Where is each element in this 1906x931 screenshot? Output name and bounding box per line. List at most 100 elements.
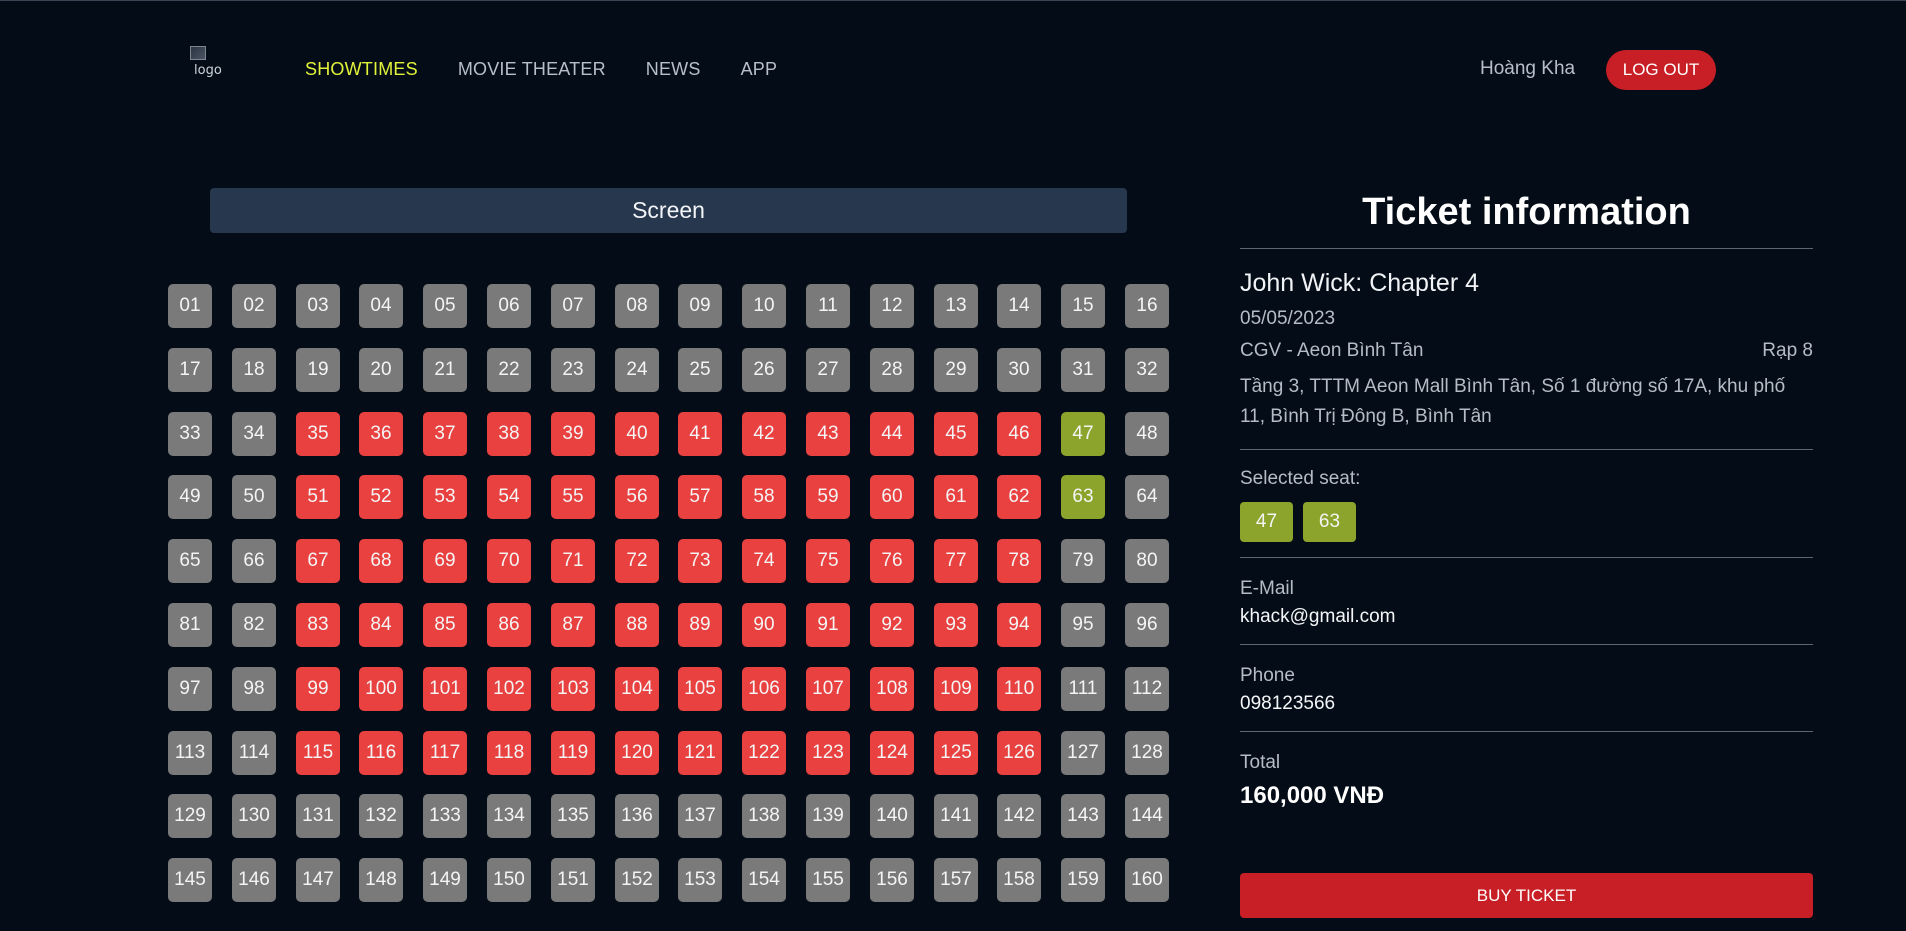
seat-available[interactable]: 136 — [615, 794, 659, 838]
seat-available[interactable]: 80 — [1125, 539, 1169, 583]
seat-booked[interactable]: 77 — [934, 539, 978, 583]
selected-seat-chip[interactable]: 47 — [1240, 502, 1293, 542]
seat-booked[interactable]: 117 — [423, 731, 467, 775]
seat-booked[interactable]: 110 — [997, 667, 1041, 711]
seat-booked[interactable]: 59 — [806, 475, 850, 519]
seat-available[interactable]: 23 — [551, 348, 595, 392]
logout-button[interactable]: LOG OUT — [1606, 50, 1716, 90]
seat-available[interactable]: 141 — [934, 794, 978, 838]
seat-available[interactable]: 139 — [806, 794, 850, 838]
seat-booked[interactable]: 125 — [934, 731, 978, 775]
seat-available[interactable]: 12 — [870, 284, 914, 328]
seat-available[interactable]: 97 — [168, 667, 212, 711]
seat-booked[interactable]: 40 — [615, 412, 659, 456]
seat-available[interactable]: 159 — [1061, 858, 1105, 902]
seat-booked[interactable]: 94 — [997, 603, 1041, 647]
seat-booked[interactable]: 41 — [678, 412, 722, 456]
seat-available[interactable]: 146 — [232, 858, 276, 902]
seat-booked[interactable]: 108 — [870, 667, 914, 711]
seat-booked[interactable]: 91 — [806, 603, 850, 647]
seat-available[interactable]: 08 — [615, 284, 659, 328]
seat-booked[interactable]: 83 — [296, 603, 340, 647]
seat-available[interactable]: 143 — [1061, 794, 1105, 838]
seat-available[interactable]: 14 — [997, 284, 1041, 328]
seat-available[interactable]: 34 — [232, 412, 276, 456]
seat-booked[interactable]: 105 — [678, 667, 722, 711]
seat-booked[interactable]: 104 — [615, 667, 659, 711]
seat-available[interactable]: 02 — [232, 284, 276, 328]
seat-available[interactable]: 114 — [232, 731, 276, 775]
seat-booked[interactable]: 109 — [934, 667, 978, 711]
seat-booked[interactable]: 61 — [934, 475, 978, 519]
seat-available[interactable]: 03 — [296, 284, 340, 328]
seat-booked[interactable]: 73 — [678, 539, 722, 583]
seat-available[interactable]: 128 — [1125, 731, 1169, 775]
seat-selected[interactable]: 63 — [1061, 475, 1105, 519]
seat-available[interactable]: 148 — [359, 858, 403, 902]
seat-available[interactable]: 48 — [1125, 412, 1169, 456]
seat-booked[interactable]: 44 — [870, 412, 914, 456]
seat-booked[interactable]: 42 — [742, 412, 786, 456]
seat-available[interactable]: 98 — [232, 667, 276, 711]
seat-available[interactable]: 66 — [232, 539, 276, 583]
seat-booked[interactable]: 35 — [296, 412, 340, 456]
seat-available[interactable]: 64 — [1125, 475, 1169, 519]
seat-booked[interactable]: 124 — [870, 731, 914, 775]
seat-booked[interactable]: 53 — [423, 475, 467, 519]
seat-available[interactable]: 01 — [168, 284, 212, 328]
seat-available[interactable]: 134 — [487, 794, 531, 838]
seat-available[interactable]: 96 — [1125, 603, 1169, 647]
nav-showtimes[interactable]: SHOWTIMES — [305, 59, 418, 80]
seat-available[interactable]: 153 — [678, 858, 722, 902]
nav-app[interactable]: APP — [741, 59, 778, 80]
seat-available[interactable]: 11 — [806, 284, 850, 328]
seat-booked[interactable]: 100 — [359, 667, 403, 711]
seat-booked[interactable]: 62 — [997, 475, 1041, 519]
seat-booked[interactable]: 90 — [742, 603, 786, 647]
seat-available[interactable]: 16 — [1125, 284, 1169, 328]
seat-available[interactable]: 132 — [359, 794, 403, 838]
seat-selected[interactable]: 47 — [1061, 412, 1105, 456]
seat-booked[interactable]: 68 — [359, 539, 403, 583]
seat-available[interactable]: 154 — [742, 858, 786, 902]
seat-booked[interactable]: 39 — [551, 412, 595, 456]
seat-booked[interactable]: 89 — [678, 603, 722, 647]
buy-ticket-button[interactable]: BUY TICKET — [1240, 873, 1813, 918]
seat-booked[interactable]: 122 — [742, 731, 786, 775]
seat-booked[interactable]: 119 — [551, 731, 595, 775]
seat-booked[interactable]: 45 — [934, 412, 978, 456]
seat-booked[interactable]: 116 — [359, 731, 403, 775]
seat-available[interactable]: 142 — [997, 794, 1041, 838]
seat-booked[interactable]: 102 — [487, 667, 531, 711]
user-name[interactable]: Hoàng Kha — [1480, 58, 1575, 80]
seat-available[interactable]: 155 — [806, 858, 850, 902]
seat-booked[interactable]: 72 — [615, 539, 659, 583]
seat-available[interactable]: 144 — [1125, 794, 1169, 838]
seat-booked[interactable]: 69 — [423, 539, 467, 583]
seat-booked[interactable]: 43 — [806, 412, 850, 456]
seat-available[interactable]: 152 — [615, 858, 659, 902]
seat-booked[interactable]: 103 — [551, 667, 595, 711]
seat-booked[interactable]: 120 — [615, 731, 659, 775]
seat-booked[interactable]: 57 — [678, 475, 722, 519]
seat-available[interactable]: 33 — [168, 412, 212, 456]
seat-booked[interactable]: 51 — [296, 475, 340, 519]
nav-movie-theater[interactable]: MOVIE THEATER — [458, 59, 606, 80]
seat-available[interactable]: 140 — [870, 794, 914, 838]
seat-available[interactable]: 25 — [678, 348, 722, 392]
seat-booked[interactable]: 70 — [487, 539, 531, 583]
seat-available[interactable]: 04 — [359, 284, 403, 328]
seat-available[interactable]: 17 — [168, 348, 212, 392]
seat-available[interactable]: 24 — [615, 348, 659, 392]
seat-available[interactable]: 13 — [934, 284, 978, 328]
seat-available[interactable]: 95 — [1061, 603, 1105, 647]
seat-booked[interactable]: 36 — [359, 412, 403, 456]
seat-available[interactable]: 127 — [1061, 731, 1105, 775]
seat-booked[interactable]: 58 — [742, 475, 786, 519]
seat-available[interactable]: 135 — [551, 794, 595, 838]
seat-available[interactable]: 65 — [168, 539, 212, 583]
seat-available[interactable]: 111 — [1061, 667, 1105, 711]
seat-available[interactable]: 26 — [742, 348, 786, 392]
seat-available[interactable]: 21 — [423, 348, 467, 392]
seat-available[interactable]: 131 — [296, 794, 340, 838]
